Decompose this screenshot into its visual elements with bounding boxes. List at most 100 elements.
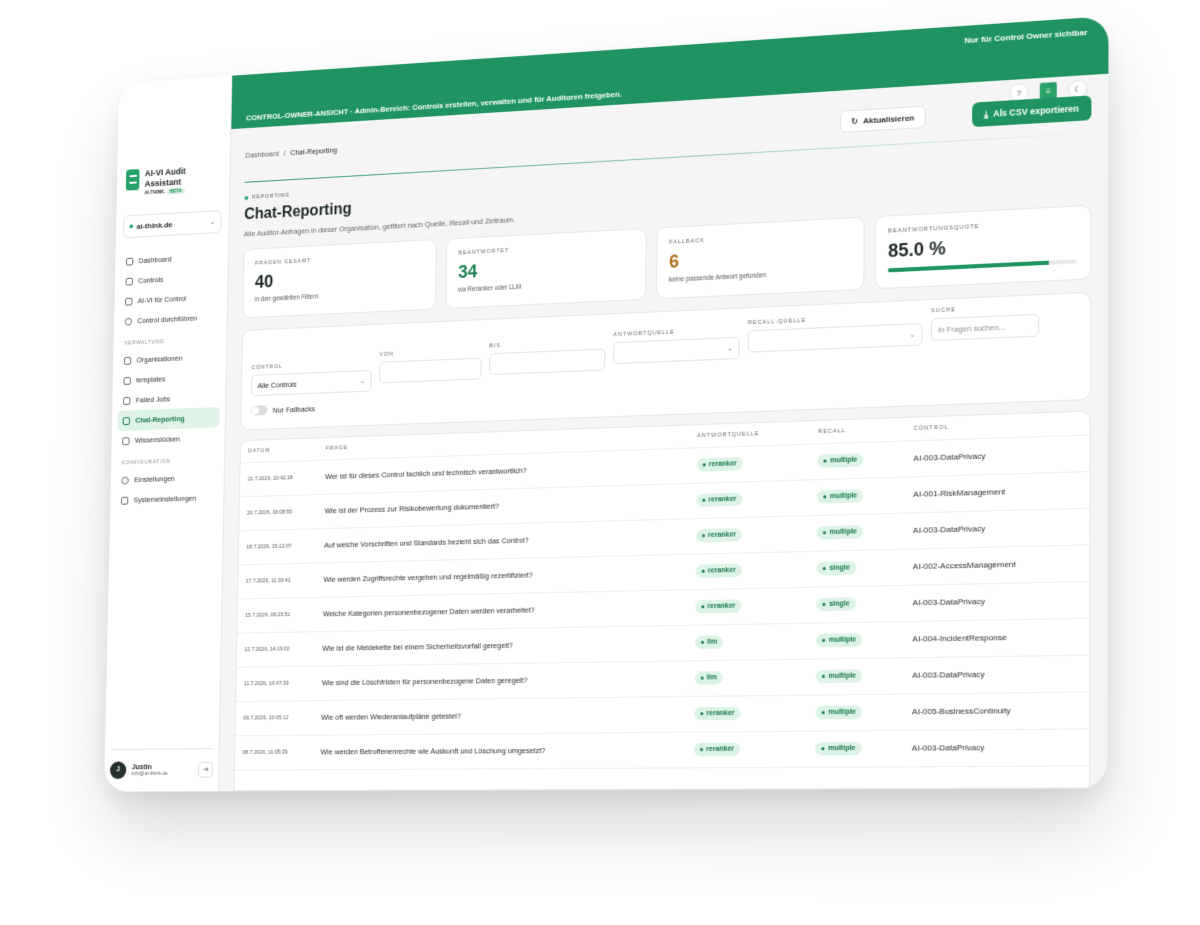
- refresh-icon: ↻: [851, 116, 859, 126]
- chevron-down-icon: ⌄: [726, 345, 733, 353]
- chevron-down-icon: ⌄: [209, 218, 216, 226]
- pill-dot: [823, 531, 827, 535]
- cell-control: AI-003-DataPrivacy: [903, 728, 1090, 767]
- org-status-dot: [129, 224, 134, 229]
- pill-dot: [702, 498, 706, 502]
- logout-icon[interactable]: ⇥: [197, 761, 213, 778]
- chevron-down-icon: ⌄: [359, 378, 366, 386]
- filter-label: CONTROL: [251, 363, 283, 372]
- breadcrumb-root[interactable]: Dashboard: [245, 149, 279, 160]
- main-content: Nur für Control Owner sichtbar CONTROL-O…: [219, 16, 1109, 792]
- breadcrumb-separator: /: [283, 148, 286, 158]
- source-pill-text: llm: [706, 674, 717, 682]
- network-icon: [123, 356, 132, 365]
- export-csv-button[interactable]: ⤓ Als CSV exportieren: [971, 95, 1092, 128]
- stat-value: 85.0 %: [888, 237, 946, 262]
- sidebar-item-label: AI-VI für Control: [137, 294, 187, 306]
- cell-source: llm: [686, 622, 809, 661]
- pill-dot: [823, 495, 827, 499]
- user-email: info@ai-think.de: [131, 770, 168, 777]
- filter-source: ANTWORTQUELLE ⌄: [613, 327, 740, 365]
- cell-date: 08.7.2026, 11:05:29: [234, 734, 314, 770]
- filter-label: SUCHE: [930, 307, 957, 315]
- cell-source: llm: [686, 658, 809, 697]
- refresh-button[interactable]: ↻ Aktualisieren: [840, 105, 926, 133]
- cell-source: reranker: [687, 550, 809, 590]
- recall-pill-text: multiple: [828, 708, 856, 717]
- cell-source: reranker: [688, 443, 810, 483]
- org-selector[interactable]: ai-think.de ⌄: [123, 209, 222, 239]
- filter-search: SUCHE In Fragen suchen...: [930, 303, 1040, 342]
- filter-bis: BIS: [489, 339, 606, 376]
- column-header-recall[interactable]: RECALL: [809, 417, 906, 444]
- sidebar-item-label: Control durchführen: [137, 313, 198, 326]
- recall-pill-text: multiple: [829, 456, 858, 465]
- cell-source: reranker: [686, 694, 808, 732]
- column-header-date[interactable]: DATUM: [240, 438, 319, 463]
- source-pill: reranker: [694, 706, 741, 721]
- recall-pill-text: multiple: [829, 492, 858, 501]
- reporting-table-card: DATUM FRAGE ANTWORTQUELLE RECALL CONTROL…: [233, 410, 1091, 792]
- user-panel: J Justin info@ai-think.de ⇥: [109, 748, 214, 784]
- fallback-toggle-label: Nur Fallbacks: [272, 403, 316, 415]
- recall-pill-text: multiple: [828, 636, 857, 644]
- table-row[interactable]: 08.7.2026, 11:05:29 Wie werden Betroffene…: [234, 728, 1090, 770]
- filter-label: BIS: [489, 342, 501, 350]
- page-title: Chat-Reporting: [244, 200, 352, 224]
- sidebar-item-system-settings[interactable]: Systemeinstellungen: [115, 487, 218, 510]
- stat-card-answered: BEANTWORTET 34 via Reranker oder LLM: [445, 227, 647, 310]
- source-pill: llm: [694, 671, 723, 685]
- cell-date: 11.7.2026, 16:47:33: [236, 665, 315, 702]
- page-eyebrow: REPORTING: [244, 193, 290, 201]
- grid-icon: [126, 257, 134, 266]
- cell-control: AI-003-DataPrivacy: [904, 581, 1090, 622]
- stat-card-total: FRAGEN GESAMT 40 in den gewählten Filter…: [242, 238, 437, 319]
- controls-icon: [125, 277, 133, 286]
- recall-select[interactable]: ⌄: [747, 322, 923, 353]
- recall-pill-text: multiple: [828, 672, 856, 680]
- pill-dot: [701, 640, 705, 644]
- source-select[interactable]: ⌄: [613, 336, 740, 365]
- bar-chart-icon: [122, 416, 131, 425]
- stat-value: 34: [458, 261, 478, 282]
- recall-pill-text: single: [828, 600, 850, 608]
- cell-control: AI-002-AccessManagement: [904, 544, 1090, 585]
- table-body: 21.7.2026, 10:42:18 Wer ist für dieses Co…: [234, 434, 1090, 770]
- beta-badge: BETA: [167, 188, 185, 195]
- cell-date: 09.7.2026, 10:05:12: [235, 700, 315, 736]
- accent-divider: [244, 132, 1092, 183]
- filter-control: CONTROL Alle Controls ⌄: [250, 360, 372, 397]
- search-input[interactable]: In Fragen suchen...: [930, 313, 1040, 342]
- sidebar: AI-VI Audit Assistant AI-THINK. BETA ai-t…: [104, 75, 233, 792]
- rate-progress-bar: [887, 259, 1078, 273]
- chevron-down-icon: ⌄: [909, 331, 916, 339]
- cell-date: 18.7.2026, 15:12:07: [238, 528, 317, 565]
- device-frame: AI-VI Audit Assistant AI-THINK. BETA ai-t…: [104, 16, 1109, 792]
- recall-pill: multiple: [815, 741, 862, 756]
- source-pill: reranker: [693, 742, 741, 757]
- sidebar-item-label: Dashboard: [138, 254, 172, 266]
- date-from-input[interactable]: [379, 357, 482, 384]
- date-to-input[interactable]: [489, 348, 606, 376]
- pill-dot: [702, 534, 706, 538]
- sidebar-nav: Dashboard Controls AI-VI für Control Con…: [115, 246, 222, 510]
- breadcrumb-current: Chat-Reporting: [290, 145, 338, 158]
- recall-pill: multiple: [817, 489, 864, 504]
- brand: AI-VI Audit Assistant AI-THINK. BETA: [125, 164, 225, 197]
- cell-control: AI-004-IncidentResponse: [904, 617, 1090, 658]
- app-window: AI-VI Audit Assistant AI-THINK. BETA ai-t…: [104, 16, 1109, 792]
- source-pill-text: reranker: [708, 495, 737, 504]
- owner-visibility-note: Nur für Control Owner sichtbar: [964, 27, 1088, 46]
- reporting-table: DATUM FRAGE ANTWORTQUELLE RECALL CONTROL…: [234, 411, 1090, 771]
- sidebar-item-label: templates: [136, 374, 166, 385]
- source-pill: reranker: [696, 457, 743, 472]
- source-pill: reranker: [695, 563, 742, 578]
- stat-card-fallback: FALLBACK 6 keine passende Antwort gefund…: [655, 216, 865, 300]
- source-pill-text: reranker: [706, 709, 735, 718]
- fallback-toggle[interactable]: [250, 405, 268, 416]
- recall-pill: multiple: [817, 524, 864, 540]
- cell-question: Wie sind die Löschfristen für personenbe…: [314, 660, 687, 701]
- source-pill: reranker: [696, 528, 743, 543]
- recall-pill: multiple: [816, 669, 863, 684]
- control-select[interactable]: Alle Controls ⌄: [250, 369, 372, 397]
